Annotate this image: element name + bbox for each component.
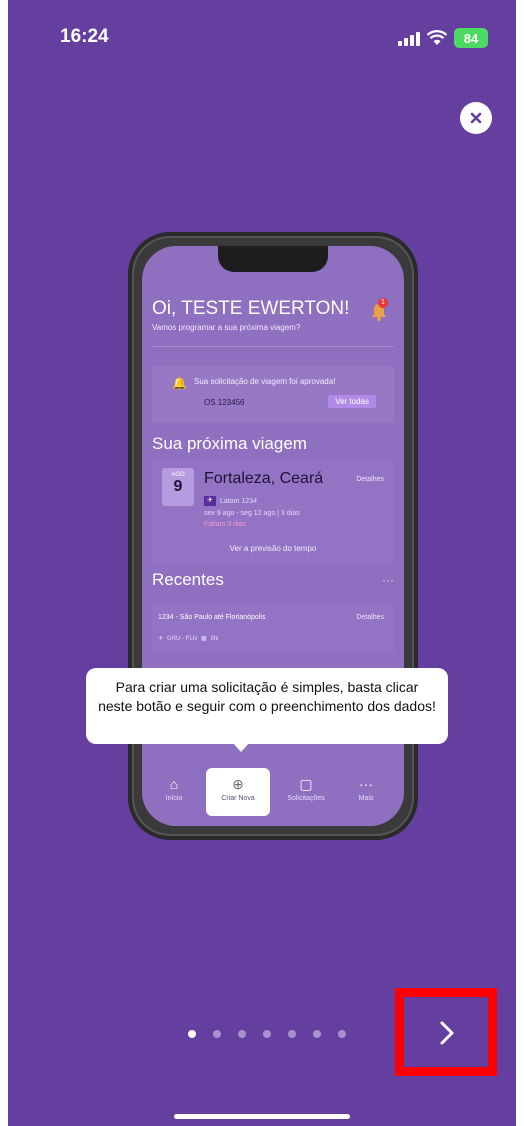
plus-circle-icon: ⊕ [232, 776, 244, 792]
airplane-icon: ✈ [158, 636, 164, 642]
bell-badge: 1 [378, 298, 388, 308]
phone-notch [218, 246, 328, 272]
mockup-approval-card: 🔔 Sua solicitação de viagem foi aprovada… [152, 366, 394, 422]
more-dots-icon: ··· [359, 776, 373, 792]
pager-dot [263, 1030, 271, 1038]
mockup-tab-bar: ⌂ Início ⊕ Criar Nova ▢ Solicitações ···… [142, 768, 404, 826]
signal-icon [398, 30, 420, 46]
mockup-tab-create-new[interactable]: ⊕ Criar Nova [206, 768, 270, 816]
trip-day: 9 [173, 478, 183, 495]
mockup-next-trip-title: Sua próxima viagem [152, 434, 307, 453]
battery-indicator: 84 [454, 28, 488, 48]
pager-dot [238, 1030, 246, 1038]
mockup-recent-item: 1234 - São Paulo até Florianópolis Detal… [152, 604, 394, 654]
tab-new-label: Criar Nova [221, 795, 255, 802]
trip-flight: ✈ Latam 1234 [204, 496, 257, 506]
trip-flight-label: Latam 1234 [220, 497, 257, 505]
approval-bell-icon: 🔔 [172, 376, 187, 390]
chevron-right-icon [440, 1021, 454, 1045]
recent-item-details: Detalhes [356, 614, 384, 621]
recent-extra-label: Ilhi [210, 635, 219, 642]
pager-dots [188, 1030, 346, 1038]
approval-os: OS 123456 [204, 398, 245, 407]
phone-mockup: Oi, TESTE EWERTON! Vamos programar a sua… [128, 232, 418, 840]
close-icon [470, 112, 482, 124]
suitcase-icon: ▢ [299, 776, 313, 792]
pager-dot-active [188, 1030, 196, 1038]
mockup-greeting: Oi, TESTE EWERTON! [152, 298, 350, 319]
mockup-header: Oi, TESTE EWERTON! Vamos programar a sua… [152, 298, 394, 332]
airline-icon: ✈ [204, 496, 216, 506]
calendar-icon: ▦ [201, 636, 207, 642]
mockup-tab-home: ⌂ Início [146, 776, 202, 802]
trip-city: Fortaleza, Ceará [204, 470, 324, 487]
pager-dot [288, 1030, 296, 1038]
onboarding-screen: 16:24 84 Oi, TESTE EWERTON! Vamos progra… [8, 0, 516, 1126]
recent-item-title: 1234 - São Paulo até Florianópolis [158, 614, 266, 621]
pager-dot [213, 1030, 221, 1038]
tooltip-tail [232, 742, 250, 752]
approval-text: Sua solicitação de viagem foi aprovada! [194, 377, 336, 386]
tab-requests-label: Solicitações [287, 795, 325, 802]
recent-item-route: ✈ GRU - FLN ▦ Ilhi [158, 635, 219, 643]
trip-details-link: Detalhes [356, 476, 384, 483]
pager-dot [338, 1030, 346, 1038]
mockup-trip-card: AGO 9 Fortaleza, Ceará Detalhes ✈ Latam … [152, 460, 394, 564]
recent-route-label: GRU - FLN [167, 635, 198, 642]
status-icons: 84 [398, 26, 488, 50]
tab-home-label: Início [165, 795, 183, 802]
trip-remaining: Faltam 0 dias [204, 521, 247, 528]
home-icon: ⌂ [169, 776, 179, 792]
pager-dot [313, 1030, 321, 1038]
mockup-tab-more: ··· Mais [338, 776, 394, 802]
mockup-greeting-subtitle: Vamos programar a sua próxima viagem? [152, 323, 301, 332]
mockup-tab-requests: ▢ Solicitações [278, 776, 334, 802]
next-button[interactable] [433, 1018, 461, 1048]
battery-level: 84 [463, 30, 479, 46]
onboarding-tooltip: Para criar uma solicitação é simples, ba… [86, 668, 448, 744]
recents-more-icon: ··· [382, 573, 394, 587]
status-time: 16:24 [60, 26, 109, 47]
approval-see-all: Ver todas [328, 395, 376, 408]
bell-icon: 1 [370, 298, 388, 322]
trip-date-box: AGO 9 [162, 468, 194, 506]
close-button[interactable] [460, 102, 492, 134]
tab-more-label: Mais [358, 795, 374, 802]
mockup-divider [152, 346, 394, 347]
home-indicator [174, 1114, 350, 1119]
trip-weather-link: Ver a previsão do tempo [229, 544, 317, 553]
mockup-recents-title: Recentes [152, 570, 224, 589]
trip-dates: sex 9 ago - seg 12 ago | 3 dias [204, 510, 300, 517]
wifi-icon [426, 30, 448, 45]
